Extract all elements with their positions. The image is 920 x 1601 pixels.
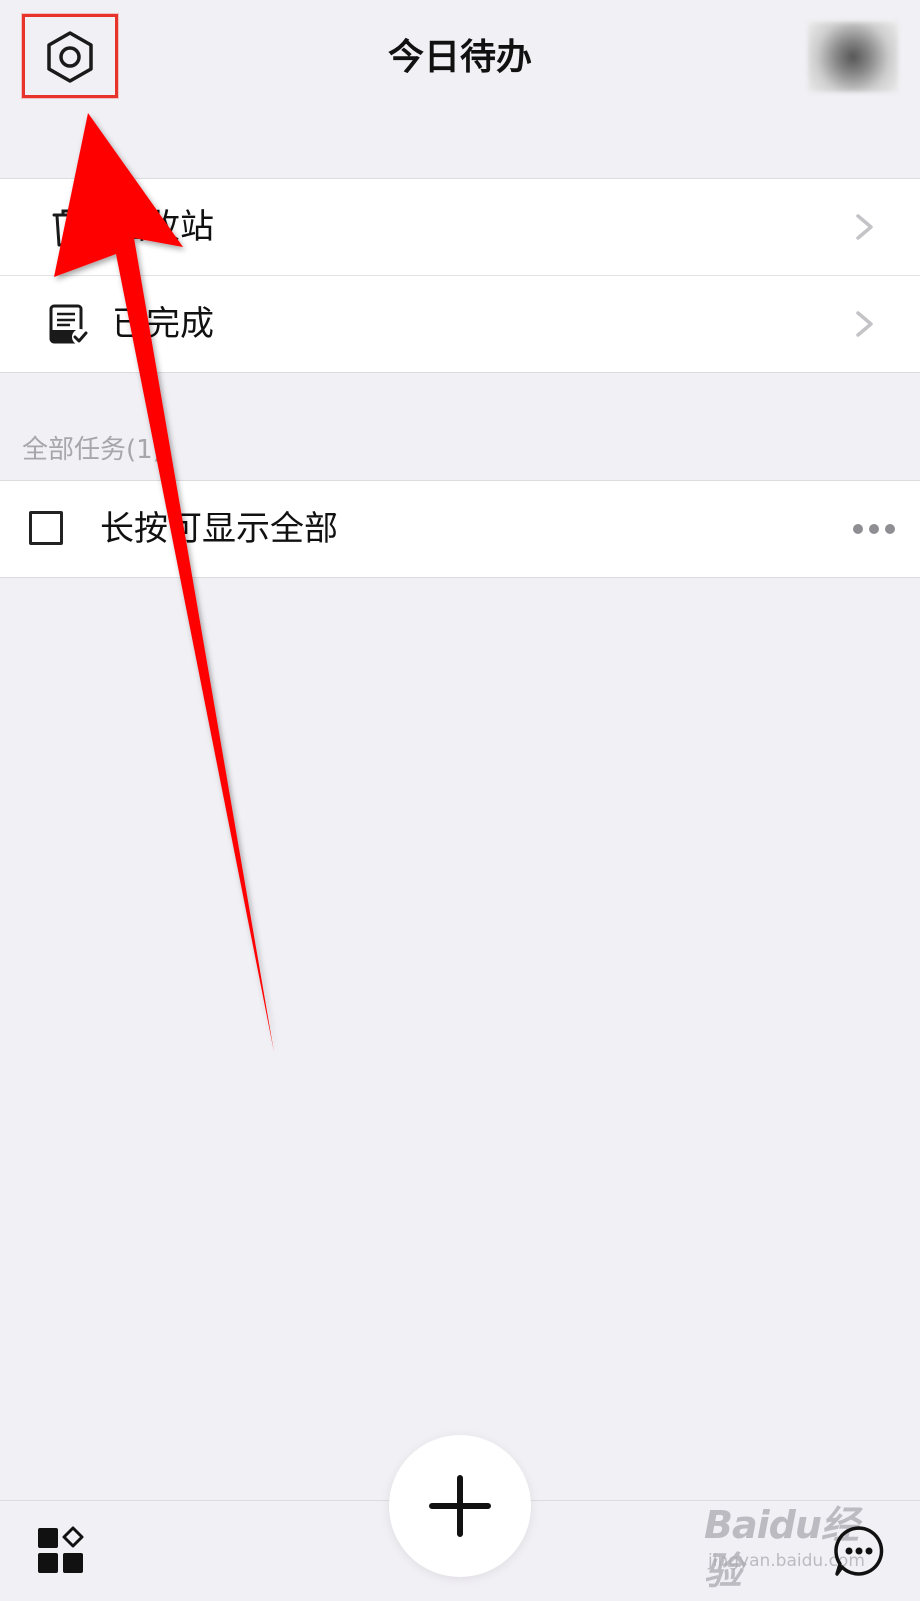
apps-grid-icon[interactable] — [36, 1526, 86, 1576]
task-item[interactable]: 长按可显示全部 — [0, 481, 920, 577]
completed-list-icon — [49, 304, 88, 345]
menu-item-label: 回收站 — [112, 207, 214, 247]
task-checkbox[interactable] — [29, 511, 63, 545]
chevron-right-icon — [856, 311, 873, 337]
add-task-button[interactable] — [389, 1435, 531, 1577]
avatar[interactable] — [808, 22, 898, 92]
more-options-icon[interactable] — [852, 521, 896, 537]
menu-group: 回收站 已完成 — [0, 178, 920, 373]
chevron-right-icon — [856, 214, 873, 240]
top-nav-bar: 今日待办 — [0, 0, 920, 120]
add-icon — [429, 1475, 491, 1537]
page-title: 今日待办 — [387, 37, 532, 78]
chat-more-icon[interactable] — [832, 1524, 886, 1578]
trash-icon — [52, 209, 86, 247]
menu-item-label: 已完成 — [112, 304, 214, 344]
settings-highlight-box — [22, 14, 118, 98]
task-list: 长按可显示全部 — [0, 480, 920, 578]
task-label: 长按可显示全部 — [100, 509, 338, 549]
section-title-all-tasks: 全部任务(1) — [22, 435, 163, 465]
menu-item-completed[interactable]: 已完成 — [0, 275, 920, 372]
menu-item-trash[interactable]: 回收站 — [0, 179, 920, 275]
